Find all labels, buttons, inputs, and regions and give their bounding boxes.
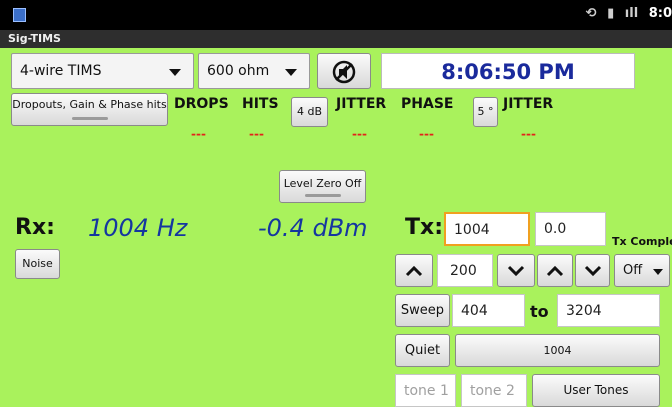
chevron-down-icon [584, 265, 601, 276]
jitter-header: JITTER [336, 96, 387, 112]
impedance-select-value: 600 ohm [207, 63, 270, 79]
hits-readout: --- [249, 127, 264, 141]
level-zero-button[interactable]: Level Zero Off [279, 170, 366, 203]
user-tones-button[interactable]: User Tones [532, 374, 660, 407]
phase-jitter-header: JITTER [503, 96, 554, 112]
drops-readout: --- [191, 127, 206, 141]
mute-button[interactable] [317, 53, 371, 89]
drops-header: DROPS [174, 96, 229, 112]
tx-complete-label: Tx Comple [612, 235, 672, 248]
phase-jitter-readout: --- [521, 127, 536, 141]
step-up-button[interactable] [395, 254, 433, 287]
tx-label: Tx: [405, 215, 443, 240]
signal-icon: ıll [624, 6, 639, 21]
app-title: Sig-TIMS [0, 30, 672, 48]
tx-off-value: Off [623, 263, 643, 278]
chevron-down-icon [507, 265, 525, 276]
chevron-down-icon [169, 69, 181, 76]
step-value-input[interactable]: 200 [437, 254, 493, 287]
quiet-button[interactable]: Quiet [395, 334, 450, 367]
phase-readout: --- [419, 127, 434, 141]
mode-select[interactable]: 4-wire TIMS [11, 53, 194, 89]
tx-frequency-input[interactable]: 1004 [444, 212, 530, 246]
step-down-button[interactable] [497, 254, 535, 287]
mute-icon [332, 60, 356, 84]
sweep-to-input[interactable]: 3204 [557, 294, 660, 327]
toggle-indicator [71, 117, 108, 120]
toggle-indicator [304, 194, 341, 197]
db-threshold-button[interactable]: 4 dB [291, 97, 328, 127]
clock-display: 8:06:50 PM [381, 53, 635, 89]
usb-icon: ▮ [607, 6, 615, 21]
chevron-down-icon [285, 69, 297, 76]
noise-button[interactable]: Noise [15, 249, 60, 279]
tone-1-input[interactable]: tone 1 [395, 374, 456, 407]
sweep-button[interactable]: Sweep [395, 294, 450, 327]
mode-select-value: 4-wire TIMS [20, 63, 102, 79]
level-zero-label: Level Zero Off [283, 177, 362, 190]
quiet-frequency-button[interactable]: 1004 [455, 334, 660, 367]
rx-label: Rx: [15, 215, 55, 240]
status-bar: ⟲ ▮ ıll 8:0 [0, 0, 672, 30]
rx-frequency: 1004 Hz [88, 214, 188, 242]
sync-icon: ⟲ [585, 6, 597, 21]
rx-level: -0.4 dBm [258, 214, 368, 242]
tx-off-select[interactable]: Off [614, 254, 670, 287]
impedance-select[interactable]: 600 ohm [198, 53, 310, 89]
to-label: to [530, 302, 549, 321]
jitter-readout: --- [352, 127, 367, 141]
hits-header: HITS [242, 96, 279, 112]
chevron-up-icon [546, 265, 564, 276]
status-time: 8:0 [648, 6, 672, 21]
phase-header: PHASE [401, 96, 454, 112]
level-down-button[interactable] [575, 254, 610, 287]
tx-level-input[interactable]: 0.0 [535, 212, 606, 246]
sweep-from-input[interactable]: 404 [452, 294, 525, 327]
level-up-button[interactable] [537, 254, 573, 287]
tone-2-input[interactable]: tone 2 [461, 374, 527, 407]
dropouts-button-label: Dropouts, Gain & Phase hits [12, 98, 167, 111]
app-icon [13, 8, 26, 22]
chevron-up-icon [405, 265, 423, 276]
chevron-down-icon [653, 269, 663, 275]
dropouts-gain-phase-button[interactable]: Dropouts, Gain & Phase hits [11, 93, 168, 126]
degree-threshold-button[interactable]: 5 ° [473, 97, 498, 127]
